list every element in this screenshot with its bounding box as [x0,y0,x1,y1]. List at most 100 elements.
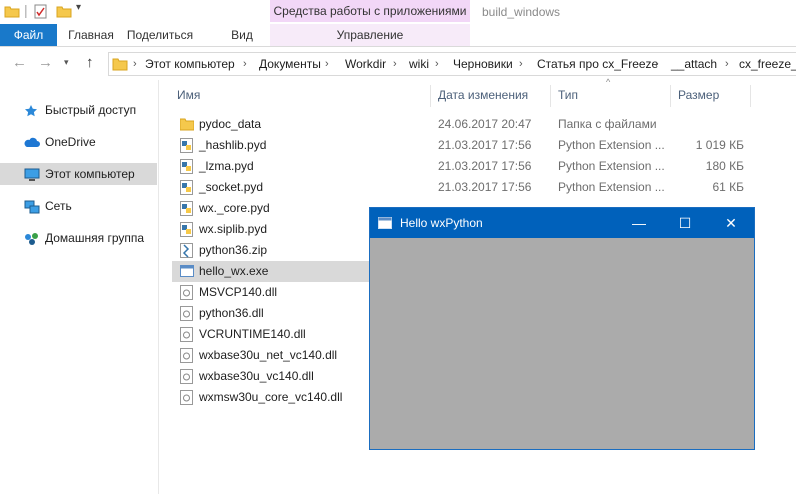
file-name: python36.zip [199,243,268,257]
breadcrumb-separator-icon[interactable]: › [725,53,729,75]
file-size: 1 019 КБ [695,138,744,152]
customize-dropdown-icon[interactable]: ▾ [76,2,81,13]
recent-locations-icon[interactable]: ▾ [64,57,69,68]
file-name: hello_wx.exe [199,264,269,278]
file-name: wxbase30u_vc140.dll [199,369,314,383]
computer-icon [24,167,40,181]
column-divider[interactable] [670,85,671,107]
list-item[interactable]: _lzma.pyd 21.03.2017 17:56 Python Extens… [172,156,754,177]
file-date: 21.03.2017 17:56 [438,138,532,152]
python-file-icon [180,222,194,237]
breadcrumb-item[interactable]: Черновики [453,53,513,75]
wx-window-title: Hello wxPython [400,216,483,230]
address-bar[interactable]: › Этот компьютер › Документы › Workdir ›… [108,52,796,76]
tab-manage[interactable]: Управление [270,24,470,46]
nav-item-this-pc[interactable]: Этот компьютер [0,163,157,185]
close-button[interactable]: ✕ [708,208,754,238]
back-arrow-icon[interactable]: ← [12,54,27,71]
nav-item-label: Сеть [45,199,72,213]
dll-file-icon [180,390,194,405]
star-icon [24,103,38,117]
file-name: python36.dll [199,306,264,320]
column-divider[interactable] [750,85,751,107]
tab-file[interactable]: Файл [0,24,57,46]
list-item[interactable]: _hashlib.pyd 21.03.2017 17:56 Python Ext… [172,135,754,156]
nav-item-onedrive[interactable]: OneDrive [0,131,157,153]
new-folder-icon[interactable] [56,4,72,21]
nav-item-label: Этот компьютер [45,167,135,181]
breadcrumb-item[interactable]: Этот компьютер [145,53,235,75]
dll-file-icon [180,369,194,384]
file-date: 21.03.2017 17:56 [438,180,532,194]
context-tab-header: Средства работы с приложениями [270,0,470,22]
minimize-button[interactable]: — [616,208,662,238]
file-name: _lzma.pyd [199,159,254,173]
ribbon-tabs: Файл Главная Поделиться Вид Управление [0,24,796,47]
file-name: MSVCP140.dll [199,285,278,299]
up-arrow-icon[interactable]: ↑ [86,54,94,71]
forward-arrow-icon[interactable]: → [38,54,53,71]
app-icon [378,217,392,232]
file-name: pydoc_data [199,117,262,131]
breadcrumb-separator-icon[interactable]: › [519,53,523,75]
nav-item-quick-access[interactable]: Быстрый доступ [0,99,157,121]
file-name: wxbase30u_net_vc140.dll [199,348,338,362]
cloud-icon [24,135,40,149]
column-header-name[interactable]: Имя [177,83,200,107]
sort-ascending-icon: ^ [606,77,611,87]
file-type: Папка с файлами [558,117,657,131]
tab-view[interactable]: Вид [222,24,262,46]
breadcrumb-separator-icon[interactable]: › [655,53,659,75]
exe-file-icon [180,264,194,279]
maximize-button[interactable]: ☐ [662,208,708,238]
breadcrumb-separator-icon[interactable]: › [393,53,397,75]
file-date: 21.03.2017 17:56 [438,159,532,173]
breadcrumb-item[interactable]: Workdir [345,53,386,75]
breadcrumb-separator-icon[interactable]: › [435,53,439,75]
file-name: wxmsw30u_core_vc140.dll [199,390,343,404]
file-date: 24.06.2017 20:47 [438,117,532,131]
window-title: build_windows [482,5,561,19]
folder-icon[interactable] [4,4,20,21]
dll-file-icon [180,285,194,300]
tab-share[interactable]: Поделиться [124,24,196,46]
wx-window-titlebar[interactable]: Hello wxPython — ☐ ✕ [370,208,754,238]
dll-file-icon [180,327,194,342]
properties-icon[interactable] [34,4,48,23]
breadcrumb-separator-icon[interactable]: › [325,53,329,75]
nav-item-network[interactable]: Сеть [0,195,157,217]
folder-icon [179,117,195,132]
column-divider[interactable] [430,85,431,107]
dll-file-icon [180,306,194,321]
column-header-date[interactable]: Дата изменения [438,83,528,107]
list-item[interactable]: pydoc_data 24.06.2017 20:47 Папка с файл… [172,114,754,135]
nav-item-label: OneDrive [45,135,96,149]
python-file-icon [180,180,194,195]
breadcrumb-separator-icon[interactable]: › [133,53,137,75]
file-type: Python Extension ... [558,180,665,194]
nav-item-label: Быстрый доступ [45,103,137,117]
column-divider[interactable] [550,85,551,107]
column-header-row: ^ Имя Дата изменения Тип Размер [172,77,796,107]
nav-item-homegroup[interactable]: Домашняя группа [0,227,157,249]
network-icon [24,199,40,214]
tab-home[interactable]: Главная [60,24,122,46]
file-type: Python Extension ... [558,159,665,173]
file-type: Python Extension ... [558,138,665,152]
separator: | [24,2,28,18]
column-header-size[interactable]: Размер [678,83,719,107]
column-header-type[interactable]: Тип [558,83,578,107]
breadcrumb-item[interactable]: __attach [671,53,717,75]
wx-window[interactable]: Hello wxPython — ☐ ✕ [369,207,755,450]
breadcrumb-item[interactable]: cx_freeze_e [739,53,796,75]
breadcrumb-item[interactable]: Статья про cx_Freeze [537,53,658,75]
file-size: 61 КБ [712,180,744,194]
homegroup-icon [24,231,38,245]
breadcrumb-item[interactable]: wiki [409,53,429,75]
breadcrumb-item[interactable]: Документы [259,53,321,75]
wx-window-client-area[interactable] [370,238,754,449]
file-name: _hashlib.pyd [199,138,267,152]
breadcrumb-separator-icon[interactable]: › [243,53,247,75]
navigation-pane: Быстрый доступ OneDrive Этот компьютер С… [0,80,159,494]
list-item[interactable]: _socket.pyd 21.03.2017 17:56 Python Exte… [172,177,754,198]
